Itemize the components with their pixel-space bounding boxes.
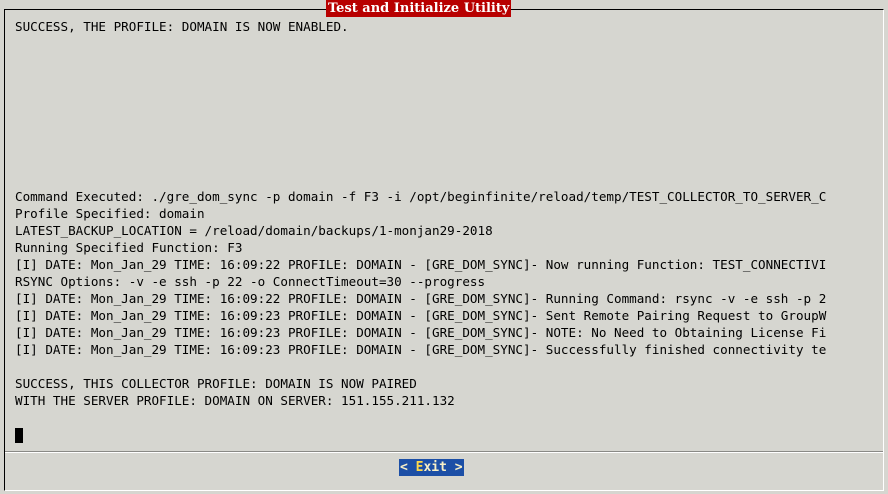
output-line: [I] DATE: Mon_Jan_29 TIME: 16:09:22 PROF… <box>15 257 827 272</box>
output-text-area[interactable]: SUCCESS, THE PROFILE: DOMAIN IS NOW ENAB… <box>15 18 872 448</box>
output-line: [I] DATE: Mon_Jan_29 TIME: 16:09:23 PROF… <box>15 342 827 357</box>
cursor-line <box>15 426 872 443</box>
output-line: [I] DATE: Mon_Jan_29 TIME: 16:09:22 PROF… <box>15 291 827 306</box>
output-line: SUCCESS, THE PROFILE: DOMAIN IS NOW ENAB… <box>15 19 349 34</box>
output-line: LATEST_BACKUP_LOCATION = /reload/domain/… <box>15 223 493 238</box>
output-line: [I] DATE: Mon_Jan_29 TIME: 16:09:23 PROF… <box>15 325 827 340</box>
output-line: WITH THE SERVER PROFILE: DOMAIN ON SERVE… <box>15 393 455 408</box>
window-title: Test and Initialize Utility <box>326 0 512 17</box>
text-cursor <box>15 428 23 443</box>
exit-button-label: xit <box>423 460 447 475</box>
output-line: Running Specified Function: F3 <box>15 240 243 255</box>
output-line: Profile Specified: domain <box>15 206 205 221</box>
output-line: SUCCESS, THIS COLLECTOR PROFILE: DOMAIN … <box>15 376 417 391</box>
output-line: RSYNC Options: -v -e ssh -p 22 -o Connec… <box>15 274 486 289</box>
exit-button-close: > <box>446 460 463 475</box>
output-line: [I] DATE: Mon_Jan_29 TIME: 16:09:23 PROF… <box>15 308 827 323</box>
exit-button-open: < <box>400 460 416 475</box>
output-line: Command Executed: ./gre_dom_sync -p doma… <box>15 189 827 204</box>
exit-button[interactable]: < Exit > <box>399 459 464 476</box>
button-separator <box>5 451 883 453</box>
